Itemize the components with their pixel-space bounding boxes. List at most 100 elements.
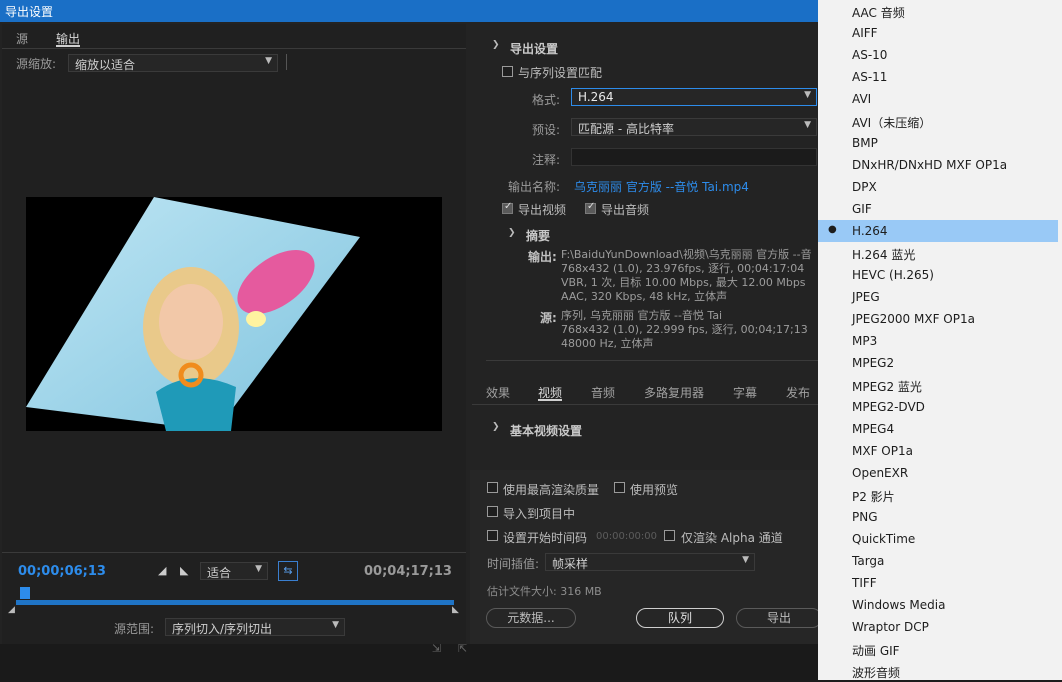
format-menu-item[interactable]: TIFF [818, 572, 1058, 594]
interpolation-dropdown[interactable]: 帧采样 ▼ [545, 553, 755, 571]
format-menu-item[interactable]: HEVC (H.265) [818, 264, 1058, 286]
summary-source-line: 序列, 乌克丽丽 官方版 --音悦 Tai [561, 309, 723, 322]
playhead-handle[interactable] [20, 587, 30, 599]
divider [2, 552, 466, 553]
tab-effects[interactable]: 效果 [486, 384, 510, 401]
video-frame-image [26, 197, 360, 431]
current-timecode[interactable]: 00;00;06;13 [18, 564, 106, 579]
summary-output-line: VBR, 1 次, 目标 10.00 Mbps, 最大 12.00 Mbps [561, 276, 806, 289]
format-menu-item[interactable]: AS-11 [818, 66, 1058, 88]
format-menu-item[interactable]: JPEG2000 MXF OP1a [818, 308, 1058, 330]
export-video-checkbox[interactable] [502, 201, 513, 214]
scale-dropdown[interactable]: 缩放以适合 ▼ [68, 54, 278, 72]
format-menu-item[interactable]: OpenEXR [818, 462, 1058, 484]
range-dropdown-value: 序列切入/序列切出 [172, 622, 273, 636]
aspect-toggle-icon[interactable]: ⇆ [278, 561, 298, 581]
timeline-bar[interactable] [16, 600, 454, 605]
format-menu-item-label: Targa [852, 554, 885, 568]
format-menu-item-label: MPEG2 蓝光 [852, 380, 922, 394]
format-menu-item[interactable]: MPEG2 蓝光 [818, 374, 1058, 396]
end-timecode: 00;04;17;13 [364, 564, 452, 579]
in-point-marker-icon[interactable]: ◢ [8, 605, 15, 615]
format-menu-item[interactable]: MPEG2 [818, 352, 1058, 374]
format-menu-item[interactable]: 动画 GIF [818, 638, 1058, 660]
import-project-label: 导入到项目中 [503, 507, 576, 521]
format-menu-item[interactable]: QuickTime [818, 528, 1058, 550]
export-button[interactable]: 导出 [736, 608, 822, 628]
fit-dropdown[interactable]: 适合 ▼ [200, 562, 268, 580]
format-menu-item-label: AAC 音频 [852, 6, 905, 20]
format-menu-item[interactable]: MPEG2-DVD [818, 396, 1058, 418]
output-name-link[interactable]: 乌克丽丽 官方版 --音悦 Tai.mp4 [574, 178, 749, 195]
start-timecode-checkbox[interactable] [487, 530, 498, 541]
chevron-down-icon[interactable]: ❯ [492, 422, 500, 432]
format-menu-item[interactable]: H.264 蓝光 [818, 242, 1058, 264]
format-menu-item-label: DNxHR/DNxHD MXF OP1a [852, 158, 1008, 172]
format-menu-item[interactable]: MPEG4 [818, 418, 1058, 440]
format-menu-item[interactable]: GIF [818, 198, 1058, 220]
tab-multiplexer[interactable]: 多路复用器 [644, 384, 704, 401]
format-menu-item[interactable]: AS-10 [818, 44, 1058, 66]
tab-captions[interactable]: 字幕 [733, 384, 757, 401]
max-render-checkbox[interactable] [487, 482, 498, 493]
background-panel [0, 644, 818, 680]
metadata-button[interactable]: 元数据... [486, 608, 576, 628]
range-label: 源范围: [114, 622, 155, 636]
summary-source-line: 48000 Hz, 立体声 [561, 337, 654, 350]
match-sequence-checkbox[interactable] [502, 66, 513, 77]
format-menu-item-label: MPEG2 [852, 356, 895, 370]
format-menu-item-label: DPX [852, 180, 877, 194]
render-alpha-checkbox[interactable] [664, 530, 675, 541]
format-menu-item[interactable]: JPEG [818, 286, 1058, 308]
out-point-marker-icon[interactable]: ◣ [452, 605, 459, 615]
fit-dropdown-value: 适合 [207, 566, 232, 580]
summary-source-label: 源: [540, 311, 557, 325]
format-menu-item[interactable]: PNG [818, 506, 1058, 528]
format-menu-item[interactable]: DPX [818, 176, 1058, 198]
window-title: 导出设置 [5, 5, 54, 19]
tab-source[interactable]: 源 [16, 30, 28, 47]
import-project-checkbox[interactable] [487, 506, 498, 517]
set-out-point-icon[interactable]: ◣ [180, 564, 188, 577]
format-menu-item[interactable]: Windows Media [818, 594, 1058, 616]
tab-audio[interactable]: 音频 [591, 384, 615, 401]
format-menu-item[interactable]: MP3 [818, 330, 1058, 352]
export-audio-label: 导出音频 [601, 203, 650, 217]
set-in-point-icon[interactable]: ◢ [158, 564, 166, 577]
start-timecode-value[interactable]: 00:00:00:00 [596, 531, 657, 542]
preset-dropdown[interactable]: 匹配源 - 高比特率 ▼ [571, 118, 817, 136]
format-menu-item[interactable]: DNxHR/DNxHD MXF OP1a [818, 154, 1058, 176]
format-menu: AAC 音频 AIFF AS-10 AS-11 AVI AVI（未压缩） BMP DNxHR/… [818, 0, 1062, 680]
chevron-down-icon: ▼ [804, 90, 811, 100]
format-menu-item[interactable]: Wraptor DCP [818, 616, 1058, 638]
format-menu-item[interactable]: AVI（未压缩） [818, 110, 1058, 132]
export-audio-checkbox[interactable] [585, 201, 596, 214]
format-menu-item[interactable]: ● H.264 [818, 220, 1058, 242]
format-menu-item-label: MPEG4 [852, 422, 895, 436]
file-size-estimate: 估计文件大小: 316 MB [487, 585, 602, 598]
format-menu-item[interactable]: MXF OP1a [818, 440, 1058, 462]
format-menu-item[interactable]: AAC 音频 [818, 0, 1058, 22]
format-menu-item-label: PNG [852, 510, 878, 524]
video-preview [26, 197, 442, 431]
format-menu-item-label: OpenEXR [852, 466, 909, 480]
queue-button[interactable]: 队列 [636, 608, 724, 628]
tab-publish[interactable]: 发布 [786, 384, 810, 401]
range-dropdown[interactable]: 序列切入/序列切出 ▼ [165, 618, 345, 636]
format-menu-item[interactable]: BMP [818, 132, 1058, 154]
format-menu-item[interactable]: P2 影片 [818, 484, 1058, 506]
selected-dot-icon: ● [828, 224, 837, 235]
comment-input[interactable] [571, 148, 817, 166]
format-dropdown[interactable]: H.264 ▼ [571, 88, 817, 106]
chevron-down-icon: ▼ [742, 555, 749, 565]
format-menu-item[interactable]: Targa [818, 550, 1058, 572]
use-preview-checkbox[interactable] [614, 482, 625, 493]
format-menu-item-label: BMP [852, 136, 878, 150]
max-render-label: 使用最高渲染质量 [503, 483, 600, 497]
chevron-down-icon[interactable]: ❯ [508, 228, 516, 238]
format-menu-item-label: AVI（未压缩） [852, 116, 932, 130]
format-menu-item[interactable]: 波形音频 [818, 660, 1058, 682]
chevron-down-icon[interactable]: ❯ [492, 40, 500, 50]
format-menu-item[interactable]: AIFF [818, 22, 1058, 44]
format-menu-item[interactable]: AVI [818, 88, 1058, 110]
